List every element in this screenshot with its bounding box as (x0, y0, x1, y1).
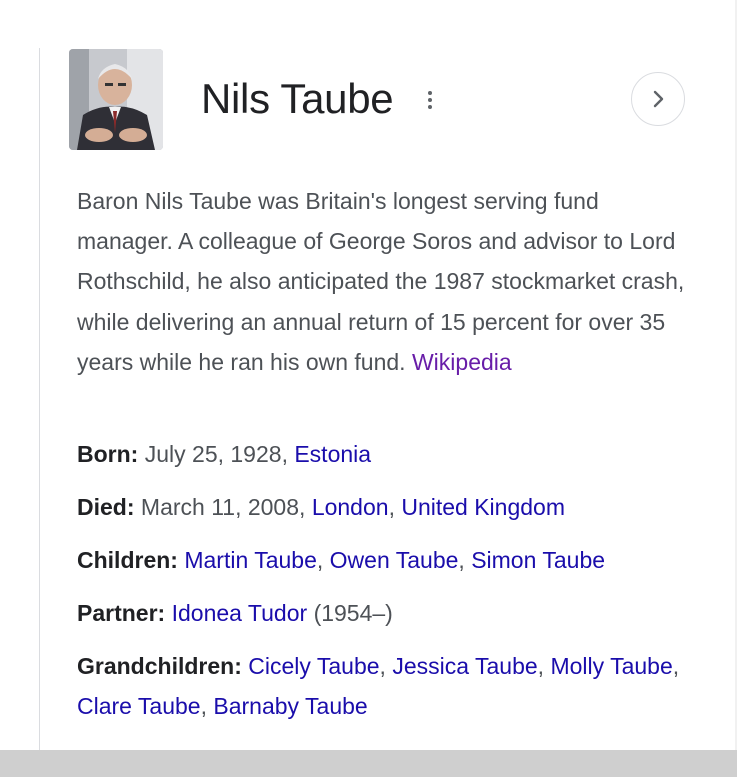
born-date: July 25, 1928 (144, 441, 282, 467)
fact-label-text: Died (77, 494, 127, 520)
born-place-link[interactable]: Estonia (294, 441, 371, 467)
entity-title: Nils Taube (201, 75, 394, 122)
fact-label-grandchildren: Grandchildren: (77, 653, 242, 679)
more-vert-icon (428, 91, 432, 95)
portrait-image (69, 49, 163, 150)
horizontal-scrollbar[interactable] (0, 750, 737, 777)
grandchild-link[interactable]: Jessica Taube (392, 653, 537, 679)
fact-label-born: Born: (77, 441, 138, 467)
fact-label-colon: : (170, 547, 178, 573)
fact-label-colon: : (157, 600, 166, 626)
grandchild-link[interactable]: Cicely Taube (248, 653, 379, 679)
fact-born: Born: July 25, 1928, Estonia (77, 434, 697, 474)
child-link[interactable]: Owen Taube (330, 547, 459, 573)
partner-years: (1954–) (313, 600, 393, 626)
grandchild-link[interactable]: Clare Taube (77, 693, 201, 719)
separator: , (200, 693, 214, 719)
separator: , (537, 653, 551, 679)
fact-label-text: Children (77, 547, 171, 573)
fact-label-text: Partner (77, 600, 158, 626)
grandchild-link[interactable]: Barnaby Taube (213, 693, 367, 719)
fact-died: Died: March 11, 2008, London, United Kin… (77, 487, 697, 527)
more-options-button[interactable] (418, 87, 442, 113)
fact-children: Children: Martin Taube, Owen Taube, Simo… (77, 540, 697, 580)
panel-header: Nils Taube (69, 49, 689, 151)
fact-label-colon: : (234, 653, 242, 679)
knowledge-panel: Nils Taube Baron Nils Taube was Britain'… (0, 0, 737, 777)
separator: , (458, 547, 472, 573)
separator: , (299, 494, 312, 520)
died-date: March 11, 2008 (140, 494, 300, 520)
chevron-right-icon (653, 90, 664, 108)
died-place-link[interactable]: London (312, 494, 389, 520)
partner-link[interactable]: Idonea Tudor (172, 600, 308, 626)
separator: , (388, 494, 402, 520)
died-country-link[interactable]: United Kingdom (401, 494, 565, 520)
fact-label-text: Born (77, 441, 131, 467)
more-vert-dot (428, 98, 432, 102)
fact-label-colon: : (126, 494, 135, 520)
fact-label-partner: Partner: (77, 600, 165, 626)
fact-grandchildren: Grandchildren: Cicely Taube, Jessica Tau… (77, 646, 697, 726)
fact-label-text: Grandchildren (77, 653, 235, 679)
fact-label-died: Died: (77, 494, 135, 520)
more-vert-dot (428, 105, 432, 109)
separator: , (281, 441, 295, 467)
child-link[interactable]: Simon Taube (471, 547, 605, 573)
separator: , (672, 653, 680, 679)
portrait-photo[interactable] (69, 49, 163, 150)
grandchild-link[interactable]: Molly Taube (550, 653, 672, 679)
entity-description: Baron Nils Taube was Britain's longest s… (77, 181, 697, 382)
fact-label-children: Children: (77, 547, 178, 573)
child-link[interactable]: Martin Taube (184, 547, 317, 573)
fact-label-colon: : (130, 441, 139, 467)
panel-divider (39, 48, 40, 750)
facts-list: Born: July 25, 1928, Estonia Died: March… (77, 434, 697, 739)
fact-partner: Partner: Idonea Tudor (1954–) (77, 593, 697, 633)
separator: , (316, 547, 330, 573)
next-button[interactable] (631, 72, 685, 126)
description-text: Baron Nils Taube was Britain's longest s… (77, 188, 685, 375)
wikipedia-link[interactable]: Wikipedia (412, 349, 512, 375)
separator: , (379, 653, 393, 679)
